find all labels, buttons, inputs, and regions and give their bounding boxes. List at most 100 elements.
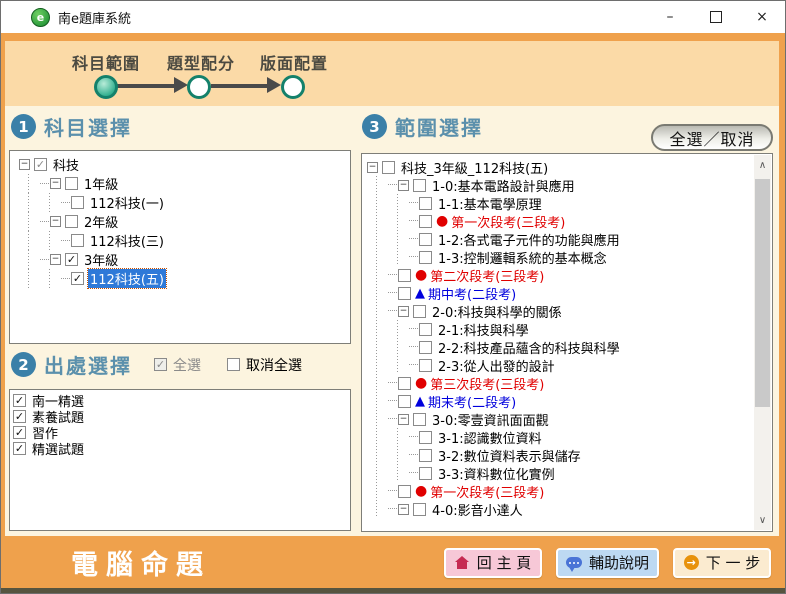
- tree-node-label[interactable]: 2-2:科技產品蘊含的科技與科學: [436, 338, 622, 357]
- node-checkbox[interactable]: [419, 449, 432, 462]
- list-item-checkbox[interactable]: ✓: [13, 426, 26, 439]
- node-checkbox[interactable]: [419, 431, 432, 444]
- minimize-button[interactable]: –: [647, 1, 693, 33]
- tree-node-label[interactable]: 4-0:影音小達人: [430, 500, 525, 519]
- list-item-checkbox[interactable]: ✓: [13, 394, 26, 407]
- node-checkbox[interactable]: [413, 305, 426, 318]
- collapse-icon[interactable]: −: [398, 180, 409, 191]
- list-item-checkbox[interactable]: ✓: [13, 410, 26, 423]
- tree-node[interactable]: ▲期中考(二段考): [367, 284, 772, 302]
- tree-node[interactable]: − 3-0:零壹資訊面面觀: [367, 410, 772, 428]
- node-checkbox[interactable]: [398, 287, 411, 300]
- tree-node[interactable]: 2-3:從人出發的設計: [367, 356, 772, 374]
- node-checkbox[interactable]: [398, 395, 411, 408]
- tree-node[interactable]: −✓ 科技: [19, 155, 350, 174]
- tree-node-label[interactable]: 112科技(三): [88, 231, 166, 250]
- tree-node[interactable]: 2-2:科技產品蘊含的科技與科學: [367, 338, 772, 356]
- tree-node[interactable]: − 1年級: [19, 174, 350, 193]
- tree-node[interactable]: ▲期末考(二段考): [367, 392, 772, 410]
- node-checkbox[interactable]: ✓: [34, 158, 47, 171]
- tree-node-label[interactable]: 3-1:認識數位資料: [436, 428, 544, 447]
- node-checkbox[interactable]: [419, 467, 432, 480]
- collapse-icon[interactable]: −: [50, 254, 61, 265]
- list-item-checkbox[interactable]: ✓: [13, 442, 26, 455]
- tree-node-label[interactable]: 1年級: [82, 174, 120, 193]
- node-checkbox[interactable]: [382, 161, 395, 174]
- tree-node[interactable]: 3-1:認識數位資料: [367, 428, 772, 446]
- collapse-icon[interactable]: −: [398, 504, 409, 515]
- node-checkbox[interactable]: [419, 341, 432, 354]
- deselect-all-checkbox[interactable]: [227, 358, 240, 371]
- tree-node-label[interactable]: 112科技(五): [88, 269, 166, 288]
- tree-node[interactable]: − 4-0:影音小達人: [367, 500, 772, 518]
- collapse-icon[interactable]: −: [367, 162, 378, 173]
- select-all-checkbox[interactable]: ✓: [154, 358, 167, 371]
- tree-node[interactable]: ●第二次段考(三段考): [367, 266, 772, 284]
- maximize-button[interactable]: [693, 1, 739, 33]
- tree-node-label[interactable]: 科技: [51, 155, 81, 174]
- tree-node-label[interactable]: 期末考(二段考): [426, 392, 518, 411]
- tree-node[interactable]: − 科技_3年級_112科技(五): [367, 158, 772, 176]
- tree-node[interactable]: ●第三次段考(三段考): [367, 374, 772, 392]
- help-button[interactable]: 輔助說明: [556, 548, 659, 578]
- tree-node-label[interactable]: 2年級: [82, 212, 120, 231]
- tree-node[interactable]: 1-2:各式電子元件的功能與應用: [367, 230, 772, 248]
- tree-node-label[interactable]: 3-2:數位資料表示與儲存: [436, 446, 583, 465]
- tree-node-label[interactable]: 3-0:零壹資訊面面觀: [430, 410, 551, 429]
- tree-node[interactable]: ✓ 112科技(五): [19, 269, 350, 288]
- node-checkbox[interactable]: ✓: [71, 272, 84, 285]
- tree-node-label[interactable]: 期中考(二段考): [426, 284, 518, 303]
- close-button[interactable]: ×: [739, 1, 785, 33]
- collapse-icon[interactable]: −: [50, 216, 61, 227]
- tree-node[interactable]: 112科技(三): [19, 231, 350, 250]
- list-item[interactable]: ✓精選試題: [10, 440, 350, 456]
- tree-node-label[interactable]: 2-3:從人出發的設計: [436, 356, 557, 375]
- collapse-icon[interactable]: −: [50, 178, 61, 189]
- next-step-button[interactable]: → 下 一 步: [673, 548, 771, 578]
- node-checkbox[interactable]: [398, 377, 411, 390]
- node-checkbox[interactable]: [65, 215, 78, 228]
- deselect-all-checkbox-group[interactable]: 取消全選: [227, 355, 302, 375]
- collapse-icon[interactable]: −: [398, 306, 409, 317]
- node-checkbox[interactable]: [413, 179, 426, 192]
- node-checkbox[interactable]: [71, 196, 84, 209]
- node-checkbox[interactable]: ✓: [65, 253, 78, 266]
- list-item[interactable]: ✓素養試題: [10, 408, 350, 424]
- tree-node[interactable]: 3-2:數位資料表示與儲存: [367, 446, 772, 464]
- node-checkbox[interactable]: [398, 485, 411, 498]
- collapse-icon[interactable]: −: [19, 159, 30, 170]
- tree-node[interactable]: 112科技(一): [19, 193, 350, 212]
- tree-node[interactable]: 2-1:科技與科學: [367, 320, 772, 338]
- node-checkbox[interactable]: [419, 233, 432, 246]
- tree-node[interactable]: 1-1:基本電學原理: [367, 194, 772, 212]
- tree-node-label[interactable]: 1-3:控制邏輯系統的基本概念: [436, 248, 609, 267]
- node-checkbox[interactable]: [65, 177, 78, 190]
- scrollbar[interactable]: ∧ ∨: [754, 155, 771, 530]
- collapse-icon[interactable]: −: [398, 414, 409, 425]
- tree-node-label[interactable]: 1-2:各式電子元件的功能與應用: [436, 230, 622, 249]
- tree-node[interactable]: ●第一次段考(三段考): [367, 212, 772, 230]
- tree-node-label[interactable]: 第二次段考(三段考): [428, 266, 546, 285]
- select-deselect-all-button[interactable]: 全選／取消: [651, 124, 773, 151]
- node-checkbox[interactable]: [398, 269, 411, 282]
- tree-node[interactable]: − 1-0:基本電路設計與應用: [367, 176, 772, 194]
- tree-node[interactable]: 1-3:控制邏輯系統的基本概念: [367, 248, 772, 266]
- tree-node-label[interactable]: 1-0:基本電路設計與應用: [430, 176, 577, 195]
- select-all-checkbox-group[interactable]: ✓ 全選: [154, 355, 201, 375]
- scroll-up-icon[interactable]: ∧: [754, 157, 771, 173]
- tree-node[interactable]: −✓3年級: [19, 250, 350, 269]
- tree-node-label[interactable]: 3-3:資料數位化實例: [436, 464, 557, 483]
- node-checkbox[interactable]: [71, 234, 84, 247]
- node-checkbox[interactable]: [419, 215, 432, 228]
- tree-node[interactable]: − 2年級: [19, 212, 350, 231]
- node-checkbox[interactable]: [413, 413, 426, 426]
- tree-node-label[interactable]: 第一次段考(三段考): [428, 482, 546, 501]
- tree-node-label[interactable]: 1-1:基本電學原理: [436, 194, 544, 213]
- tree-node-label[interactable]: 2-0:科技與科學的關係: [430, 302, 564, 321]
- node-checkbox[interactable]: [419, 251, 432, 264]
- scroll-down-icon[interactable]: ∨: [754, 512, 771, 528]
- node-checkbox[interactable]: [419, 359, 432, 372]
- tree-node-label[interactable]: 科技_3年級_112科技(五): [399, 158, 550, 177]
- node-checkbox[interactable]: [419, 323, 432, 336]
- home-button[interactable]: 回 主 頁: [444, 548, 542, 578]
